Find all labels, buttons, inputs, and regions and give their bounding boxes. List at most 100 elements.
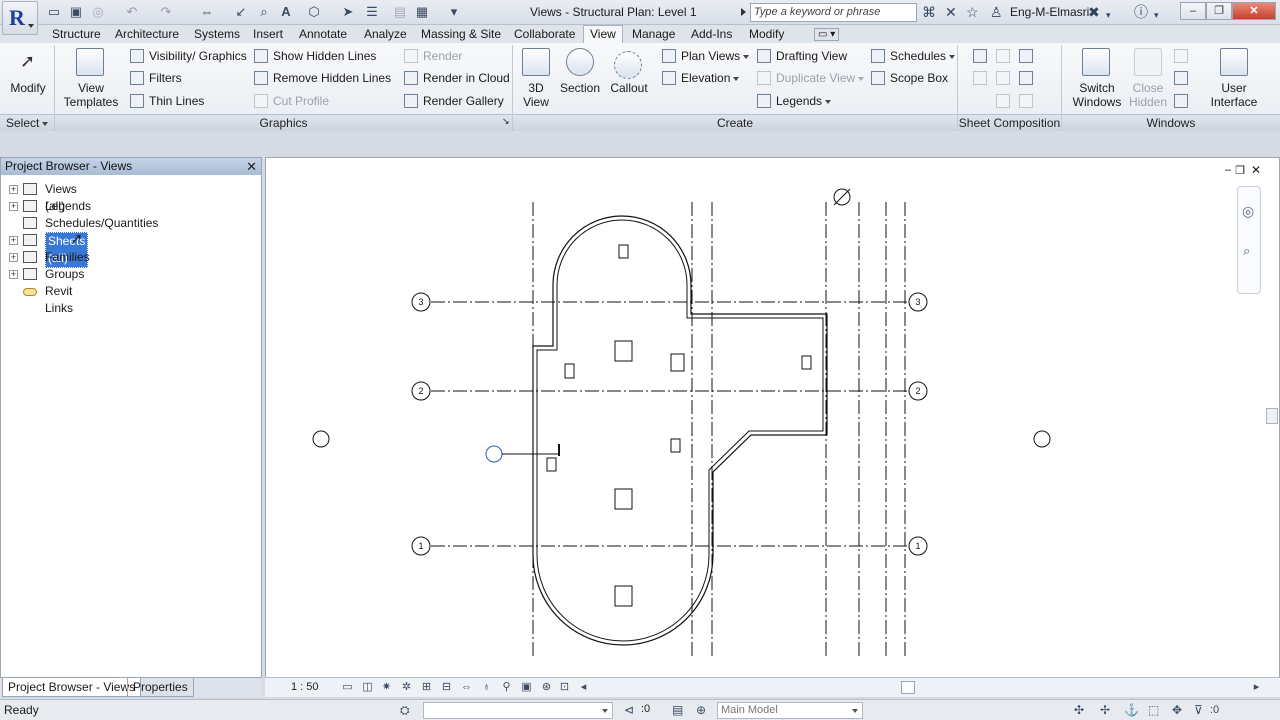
render-button[interactable]: Render (423, 49, 462, 63)
view-templates-button[interactable]: Templates (60, 95, 122, 109)
elevation-button[interactable]: Elevation (681, 71, 740, 85)
worksharing-display-icon[interactable]: ▣ (520, 681, 533, 694)
view-close-button[interactable]: ✕ (1251, 163, 1261, 177)
user-interface-button[interactable]: Interface (1204, 95, 1264, 109)
chevron-down-icon[interactable]: ▾ (1106, 7, 1111, 23)
tab-architecture[interactable]: Architecture (115, 27, 179, 41)
viewports-icon[interactable] (1019, 94, 1033, 108)
tab-systems[interactable]: Systems (194, 27, 240, 41)
temporary-view-properties-icon[interactable]: ⊛ (540, 681, 553, 694)
3d-view-label-1[interactable]: 3D (516, 81, 556, 95)
tab-project-browser[interactable]: Project Browser - Views (2, 678, 142, 697)
steering-wheel-icon[interactable]: ◎ (1242, 203, 1254, 220)
cut-profile-button[interactable]: Cut Profile (273, 94, 329, 108)
close-button[interactable]: ✕ (1232, 2, 1276, 20)
thin-lines-button[interactable]: Thin Lines (149, 94, 204, 108)
scope-box-button[interactable]: Scope Box (890, 71, 948, 85)
minimize-button[interactable]: – (1180, 2, 1206, 20)
duplicate-view-button[interactable]: Duplicate View (776, 71, 865, 85)
sheet-icon[interactable] (973, 49, 987, 63)
select-pinned-icon[interactable]: ⚓ (1124, 703, 1139, 717)
workset-dropdown[interactable] (423, 702, 613, 719)
render-in-cloud-button[interactable]: Render in Cloud (423, 71, 510, 85)
save-icon[interactable]: ▣ (68, 4, 84, 20)
remove-hidden-lines-button[interactable]: Remove Hidden Lines (273, 71, 391, 85)
select-by-face-icon[interactable]: ⬚ (1148, 703, 1159, 717)
crop-view-icon[interactable]: ⊞ (420, 681, 433, 694)
close-hidden-button[interactable]: Hidden (1126, 95, 1170, 109)
tab-analyze[interactable]: Analyze (364, 27, 407, 41)
section-icon[interactable]: ➤ (340, 4, 356, 20)
close-hidden-windows-icon[interactable]: ▤ (392, 4, 408, 20)
design-option-dropdown[interactable]: Main Model (717, 702, 863, 719)
cascade-icon[interactable] (1174, 71, 1188, 85)
search-expand-icon[interactable] (741, 8, 746, 16)
tab-modify[interactable]: Modify (749, 27, 784, 41)
tab-collaborate[interactable]: Collaborate (514, 27, 575, 41)
structural-plan-drawing[interactable]: 3 3 2 2 1 1 (266, 158, 1279, 678)
close-hidden-label-1[interactable]: Close (1126, 81, 1170, 95)
default-3d-view-icon[interactable]: ⬡ (306, 4, 322, 20)
switch-windows-label-1[interactable]: Switch (1068, 81, 1126, 95)
tab-massing-site[interactable]: Massing & Site (421, 27, 501, 41)
tab-manage[interactable]: Manage (632, 27, 675, 41)
visibility-graphics-button[interactable]: Visibility/ Graphics (149, 49, 247, 63)
section-button[interactable]: Section (556, 81, 604, 95)
user-icon[interactable]: ♙ (990, 4, 1003, 20)
select-panel-label[interactable]: Select (0, 114, 54, 131)
render-gallery-button[interactable]: Render Gallery (423, 94, 504, 108)
search-input[interactable]: Type a keyword or phrase (750, 3, 917, 22)
favorites-star-icon[interactable]: ☆ (966, 4, 979, 20)
titleblock-icon[interactable] (996, 49, 1010, 63)
aligned-dimension-icon[interactable]: ↙ (233, 4, 249, 20)
scroll-right-icon[interactable]: ▸ (1250, 681, 1263, 694)
schedules-button[interactable]: Schedules (890, 49, 956, 63)
view-scale[interactable]: 1 : 50 (291, 681, 319, 693)
user-name[interactable]: Eng-M-Elmasri (1010, 5, 1089, 19)
switch-windows-icon[interactable]: ▦ (414, 4, 430, 20)
analytical-model-icon[interactable]: ⊡ (558, 681, 571, 694)
replicate-icon[interactable] (1174, 49, 1188, 63)
open-icon[interactable]: ▭ (46, 4, 62, 20)
worksets-icon[interactable]: ⛭ (400, 703, 410, 717)
detail-level-icon[interactable]: ▭ (341, 681, 354, 694)
expand-icon[interactable]: + (9, 185, 18, 194)
3d-view-button[interactable]: View (516, 95, 556, 109)
filters-button[interactable]: Filters (149, 71, 182, 85)
application-menu-button[interactable]: R (2, 1, 38, 35)
tab-annotate[interactable]: Annotate (299, 27, 347, 41)
tab-add-ins[interactable]: Add-Ins (691, 27, 732, 41)
filter-icon[interactable]: ⊲ (624, 703, 634, 717)
customize-qat-icon[interactable]: ▾ (446, 4, 462, 20)
chevron-down-icon[interactable]: ▾ (1154, 7, 1159, 23)
undo-icon[interactable]: ↶ (124, 4, 140, 20)
thin-lines-icon[interactable]: ☰ (364, 4, 380, 20)
tab-structure[interactable]: Structure (52, 27, 101, 41)
text-icon[interactable]: A (278, 4, 294, 20)
drafting-view-button[interactable]: Drafting View (776, 49, 847, 63)
restore-button[interactable]: ❐ (1206, 2, 1232, 20)
close-icon[interactable]: ✕ (246, 158, 257, 175)
filter-funnel-icon[interactable]: ⊽ (1194, 703, 1203, 717)
select-links-icon[interactable]: ✣ (1074, 703, 1084, 717)
unlocked-3d-icon[interactable]: ⇔ (460, 681, 473, 694)
zoom-icon[interactable]: ⌕ (1243, 243, 1250, 259)
redo-icon[interactable]: ↷ (158, 4, 174, 20)
callout-button[interactable]: Callout (604, 81, 654, 95)
guide-grid-icon[interactable] (996, 71, 1010, 85)
legends-button[interactable]: Legends (776, 94, 832, 108)
tile-icon[interactable] (1174, 94, 1188, 108)
view-reference-icon[interactable] (996, 94, 1010, 108)
measure-icon[interactable]: ⇔ (199, 4, 215, 20)
tab-insert[interactable]: Insert (253, 27, 283, 41)
design-options-icon[interactable]: ⊕ (696, 703, 706, 717)
tab-properties[interactable]: Properties (127, 678, 194, 697)
user-interface-label-1[interactable]: User (1204, 81, 1264, 95)
view-templates-label-1[interactable]: View (60, 81, 122, 95)
plan-views-button[interactable]: Plan Views (681, 49, 750, 63)
editable-only-icon[interactable]: ▤ (672, 703, 683, 717)
show-crop-region-icon[interactable]: ⊟ (440, 681, 453, 694)
scroll-left-icon[interactable]: ◂ (577, 681, 590, 694)
revisions-icon[interactable] (973, 71, 987, 85)
temporary-hide-icon[interactable]: ♁ (480, 681, 493, 694)
